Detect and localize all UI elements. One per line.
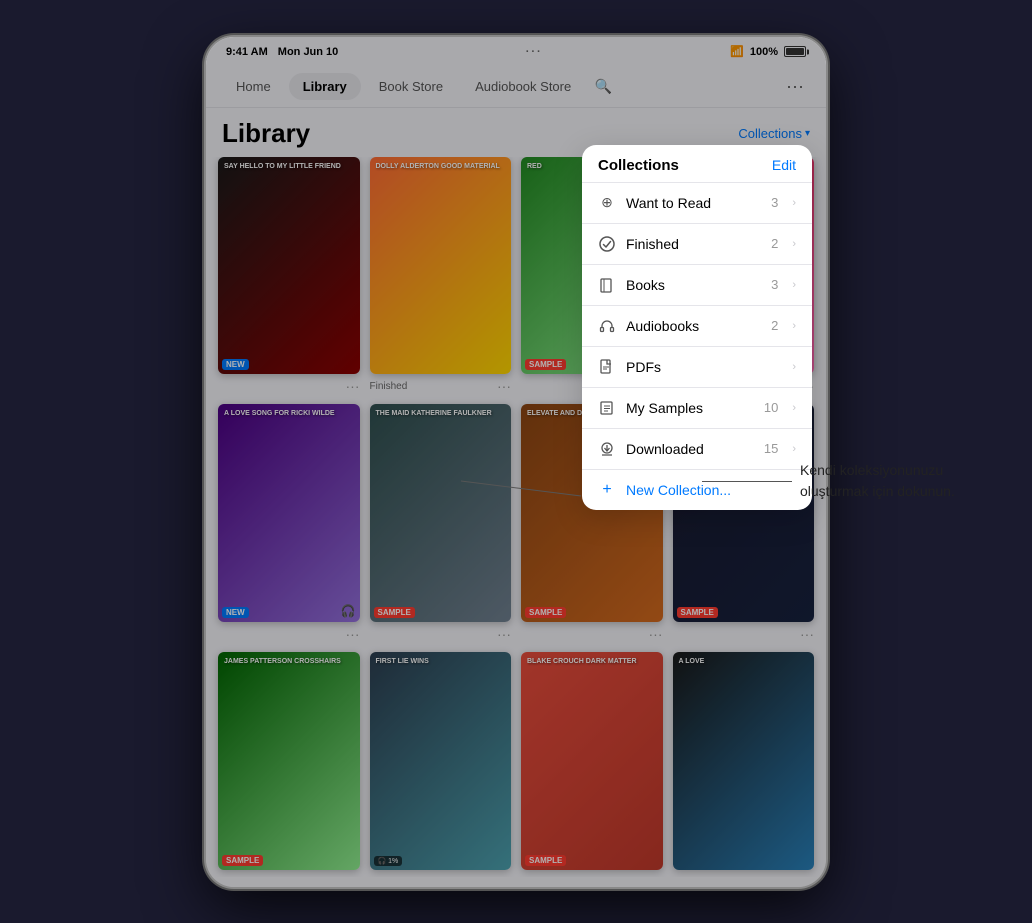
collection-finished[interactable]: Finished 2 › (582, 224, 812, 265)
collection-want-to-read[interactable]: ⊕ Want to Read 3 › (582, 183, 812, 224)
chevron-right-icon: › (792, 443, 796, 455)
dropdown-header: Collections Edit (582, 145, 812, 183)
edit-button[interactable]: Edit (772, 157, 796, 173)
chevron-right-icon: › (792, 402, 796, 414)
dropdown-title: Collections (598, 157, 679, 174)
callout-text: Kendi koleksiyonunuzu oluşturmak için do… (792, 460, 972, 502)
samples-icon (598, 399, 616, 417)
book-icon (598, 276, 616, 294)
chevron-right-icon: › (792, 279, 796, 291)
download-icon (598, 440, 616, 458)
callout-line (702, 481, 792, 482)
headphone-icon (598, 317, 616, 335)
chevron-right-icon: › (792, 197, 796, 209)
chevron-right-icon: › (792, 320, 796, 332)
checkmark-icon (598, 235, 616, 253)
plus-icon: + (598, 481, 616, 499)
collections-dropdown: Collections Edit ⊕ Want to Read 3 › Fini… (582, 145, 812, 510)
collection-pdfs[interactable]: PDFs › (582, 347, 812, 388)
collection-audiobooks[interactable]: Audiobooks 2 › (582, 306, 812, 347)
circle-plus-icon: ⊕ (598, 194, 616, 212)
pdf-icon (598, 358, 616, 376)
collection-my-samples[interactable]: My Samples 10 › (582, 388, 812, 429)
chevron-right-icon: › (792, 238, 796, 250)
chevron-right-icon: › (792, 361, 796, 373)
collection-books[interactable]: Books 3 › (582, 265, 812, 306)
